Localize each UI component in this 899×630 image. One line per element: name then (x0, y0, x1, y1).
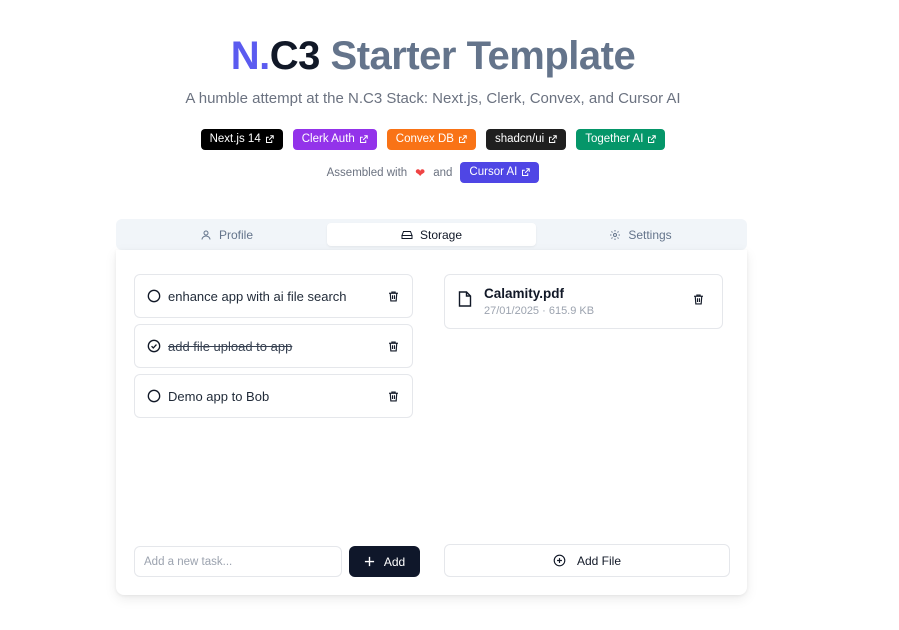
tab-label: Settings (628, 227, 672, 242)
file-name: Calamity.pdf (484, 286, 565, 301)
badge-label: Cursor AI (469, 166, 518, 178)
add-task-button[interactable]: Add (349, 546, 420, 577)
assembled-prefix: Assembled with (326, 166, 408, 179)
badge-label: Next.js 14 (209, 133, 261, 145)
badge-clerk[interactable]: Clerk Auth (292, 129, 377, 150)
task-label: Demo app to Bob (168, 388, 270, 404)
badge-nextjs[interactable]: Next.js 14 (200, 129, 283, 150)
plus-circle-icon (553, 554, 566, 567)
plus-icon (364, 556, 374, 567)
title-c3: C3 (269, 34, 321, 78)
file-icon (458, 291, 472, 307)
circle-icon[interactable] (147, 289, 161, 303)
tab-label: Profile (218, 227, 253, 242)
assembled-line: Assembled with ❤ and Cursor AI (0, 162, 866, 183)
circle-icon[interactable] (147, 389, 161, 403)
tab-storage[interactable]: Storage (327, 223, 536, 246)
external-link-icon (648, 135, 657, 143)
tab-profile[interactable]: Profile (122, 223, 331, 246)
external-link-icon (359, 135, 368, 143)
add-file-button[interactable]: Add File (444, 544, 730, 577)
heart-icon: ❤ (415, 165, 426, 180)
badge-label: Clerk Auth (301, 133, 355, 145)
badge-convex[interactable]: Convex DB (386, 129, 476, 150)
badge-shadcn[interactable]: shadcn/ui (485, 129, 567, 150)
badge-label: Together AI (585, 133, 644, 145)
tech-badges: Next.js 14 Clerk Auth Convex DB shadcn/u… (0, 129, 866, 150)
assembled-conjunction: and (433, 166, 453, 179)
badge-label: Convex DB (395, 133, 454, 145)
task-item: Demo app to Bob (134, 374, 413, 418)
file-item: Calamity.pdf 27/01/2025 · 615.9 KB (444, 274, 723, 329)
title-rest: Starter Template (330, 34, 636, 78)
page-subtitle: A humble attempt at the N.C3 Stack: Next… (185, 90, 681, 107)
trash-icon[interactable] (692, 293, 705, 306)
task-label: enhance app with ai file search (168, 288, 347, 304)
badge-together-ai[interactable]: Together AI (576, 129, 666, 150)
title-n: N. (230, 34, 271, 78)
task-item: enhance app with ai file search (134, 274, 413, 318)
user-icon (201, 230, 211, 240)
external-link-icon (522, 168, 531, 176)
task-item: add file upload to app (134, 324, 413, 368)
new-task-input[interactable] (134, 546, 342, 577)
external-link-icon (265, 135, 274, 143)
task-label: add file upload to app (168, 338, 293, 354)
trash-icon[interactable] (387, 340, 400, 353)
tab-settings[interactable]: Settings (536, 223, 745, 246)
trash-icon[interactable] (387, 290, 400, 303)
check-circle-icon[interactable] (147, 339, 161, 353)
external-link-icon (549, 135, 557, 143)
external-link-icon (458, 135, 467, 143)
trash-icon[interactable] (387, 390, 400, 403)
page-title: N.C3 Starter Template (0, 30, 866, 82)
add-file-label: Add File (576, 553, 622, 568)
add-button-label: Add (383, 554, 406, 569)
tab-list: Profile Storage Settings (116, 219, 747, 250)
badge-label: shadcn/ui (494, 133, 545, 145)
gear-icon (610, 229, 621, 240)
tab-label: Storage (419, 227, 463, 242)
hard-drive-icon (401, 230, 413, 239)
file-meta: 27/01/2025 · 615.9 KB (484, 305, 595, 317)
badge-cursor-ai[interactable]: Cursor AI (460, 162, 540, 183)
